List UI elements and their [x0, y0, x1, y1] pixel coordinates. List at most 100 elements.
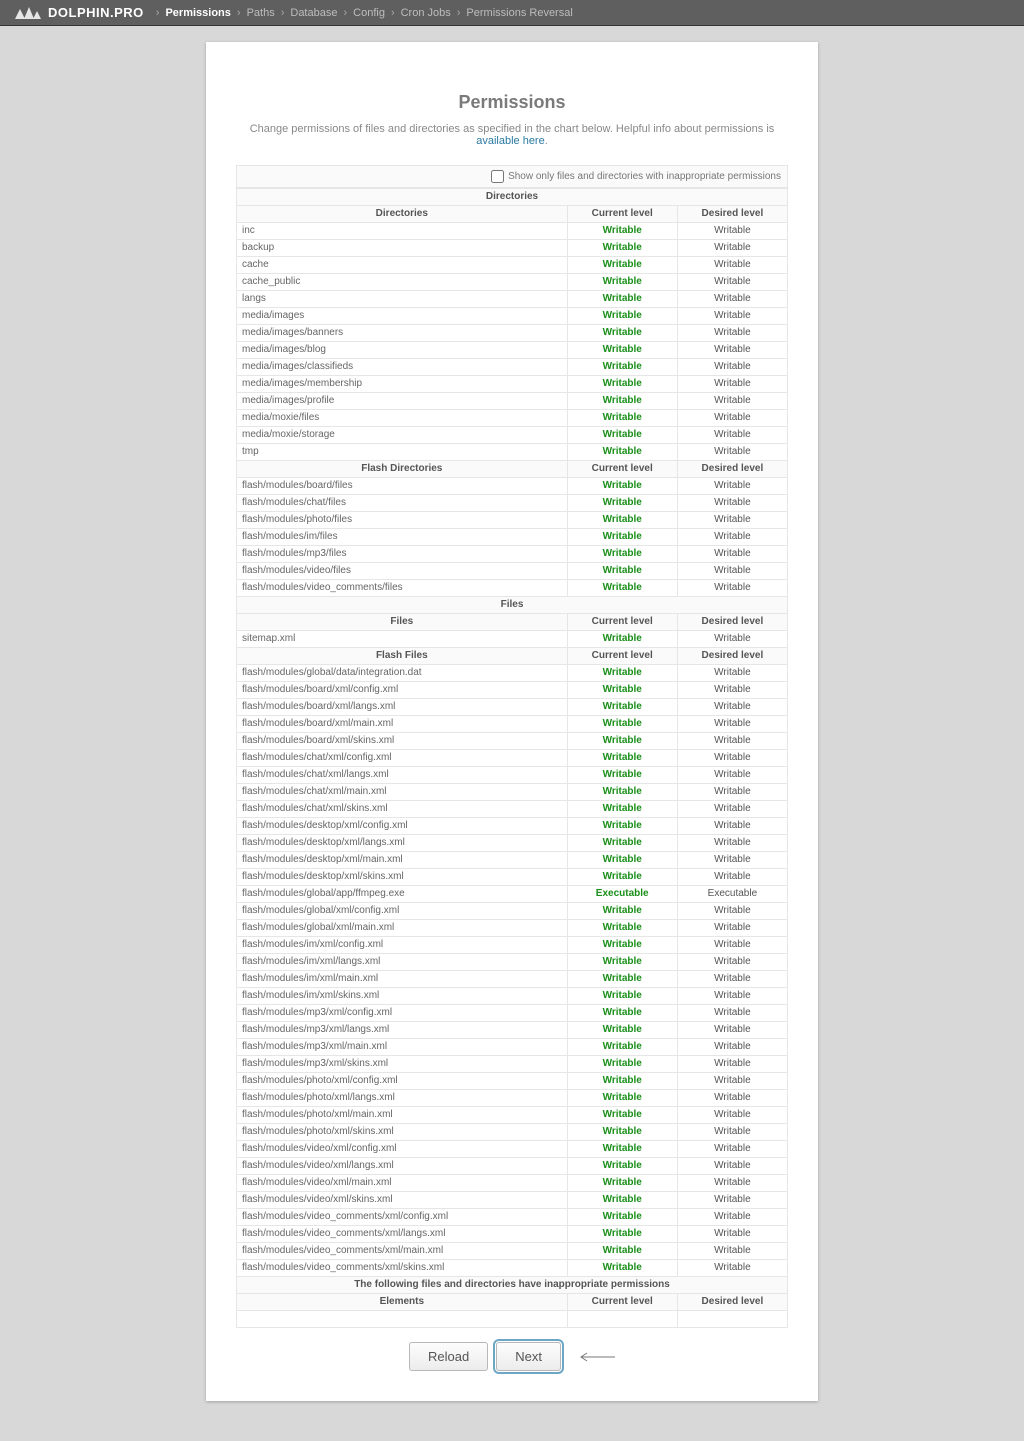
cell-desired-level: Writable [677, 1005, 787, 1022]
cell-path: inc [237, 223, 568, 240]
cell-path: langs [237, 291, 568, 308]
table-row: flash/modules/video/xml/main.xmlWritable… [237, 1175, 788, 1192]
cell-path: flash/modules/desktop/xml/main.xml [237, 852, 568, 869]
table-row: flash/modules/video_comments/xml/skins.x… [237, 1260, 788, 1277]
cell-desired-level: Writable [677, 801, 787, 818]
cell-path: flash/modules/global/app/ffmpeg.exe [237, 886, 568, 903]
crumb-database[interactable]: Database [290, 7, 337, 19]
filter-checkbox[interactable] [491, 170, 504, 183]
table-row: media/moxie/storageWritableWritable [237, 427, 788, 444]
cell-path: flash/modules/board/xml/config.xml [237, 682, 568, 699]
table-row: flash/modules/chat/xml/config.xmlWritabl… [237, 750, 788, 767]
cell-desired-level: Writable [677, 274, 787, 291]
cell-desired-level: Writable [677, 1073, 787, 1090]
cell-path: flash/modules/desktop/xml/skins.xml [237, 869, 568, 886]
cell-desired-level: Writable [677, 835, 787, 852]
cell-desired-level: Writable [677, 631, 787, 648]
cell-path: flash/modules/chat/files [237, 495, 568, 512]
table-row: flash/modules/video/xml/skins.xmlWritabl… [237, 1192, 788, 1209]
help-link[interactable]: available here [476, 135, 545, 147]
table-row: flash/modules/photo/xml/main.xmlWritable… [237, 1107, 788, 1124]
cell-current-level: Writable [567, 308, 677, 325]
cell-current-level: Writable [567, 1090, 677, 1107]
table-row: flash/modules/chat/xml/main.xmlWritableW… [237, 784, 788, 801]
logo-icon [14, 5, 42, 21]
arrow-hint-icon [575, 1352, 615, 1362]
breadcrumb: ›Permissions›Paths›Database›Config›Cron … [152, 7, 573, 19]
cell-desired-level: Writable [677, 818, 787, 835]
cell-path: flash/modules/board/files [237, 478, 568, 495]
footnote: The following files and directories have… [237, 1277, 788, 1294]
cell-path: flash/modules/im/xml/skins.xml [237, 988, 568, 1005]
cell-current-level: Writable [567, 359, 677, 376]
crumb-paths[interactable]: Paths [247, 7, 275, 19]
cell-path: media/images/blog [237, 342, 568, 359]
cell-current-level: Writable [567, 376, 677, 393]
cell-current-level: Writable [567, 1226, 677, 1243]
cell-path: sitemap.xml [237, 631, 568, 648]
cell-path: flash/modules/photo/xml/config.xml [237, 1073, 568, 1090]
cell-current-level: Writable [567, 1260, 677, 1277]
cell-path: flash/modules/chat/xml/langs.xml [237, 767, 568, 784]
section-directories: Directories [237, 189, 788, 206]
crumb-cron-jobs[interactable]: Cron Jobs [401, 7, 451, 19]
cell-desired-level: Writable [677, 1107, 787, 1124]
table-row: flash/modules/global/xml/config.xmlWrita… [237, 903, 788, 920]
cell-desired-level: Executable [677, 886, 787, 903]
table-row: cache_publicWritableWritable [237, 274, 788, 291]
table-row: langsWritableWritable [237, 291, 788, 308]
table-row: media/images/bannersWritableWritable [237, 325, 788, 342]
table-row: flash/modules/mp3/xml/config.xmlWritable… [237, 1005, 788, 1022]
logo[interactable]: DOLPHIN.PRO [14, 5, 144, 21]
crumb-config[interactable]: Config [353, 7, 385, 19]
cell-current-level: Writable [567, 869, 677, 886]
cell-current-level: Writable [567, 393, 677, 410]
crumb-permissions[interactable]: Permissions [165, 7, 230, 19]
cell-current-level: Writable [567, 1039, 677, 1056]
cell-desired-level: Writable [677, 1209, 787, 1226]
cell-desired-level: Writable [677, 240, 787, 257]
cell-desired-level: Writable [677, 546, 787, 563]
table-row: flash/modules/board/xml/langs.xmlWritabl… [237, 699, 788, 716]
table-row: media/images/membershipWritableWritable [237, 376, 788, 393]
cell-path: flash/modules/desktop/xml/config.xml [237, 818, 568, 835]
cell-current-level: Writable [567, 682, 677, 699]
crumb-permissions-reversal[interactable]: Permissions Reversal [466, 7, 572, 19]
cell-current-level: Writable [567, 852, 677, 869]
cell-desired-level: Writable [677, 342, 787, 359]
cell-current-level: Writable [567, 784, 677, 801]
cell-desired-level: Writable [677, 1260, 787, 1277]
crumb-separator-icon: › [156, 7, 160, 19]
cell-desired-level: Writable [677, 376, 787, 393]
col-desired: Desired level [677, 1294, 787, 1311]
cell-path: flash/modules/video/files [237, 563, 568, 580]
cell-path: flash/modules/im/xml/config.xml [237, 937, 568, 954]
cell-path: flash/modules/photo/xml/skins.xml [237, 1124, 568, 1141]
table-row: media/imagesWritableWritable [237, 308, 788, 325]
col-directories: Directories [237, 206, 568, 223]
cell-desired-level: Writable [677, 1056, 787, 1073]
table-row: flash/modules/mp3/xml/skins.xmlWritableW… [237, 1056, 788, 1073]
col-flash-files: Flash Files [237, 648, 568, 665]
cell-desired-level: Writable [677, 512, 787, 529]
table-row: flash/modules/global/app/ffmpeg.exe Execu… [237, 886, 788, 903]
cell-current-level: Writable [567, 291, 677, 308]
cell-path: flash/modules/video_comments/xml/langs.x… [237, 1226, 568, 1243]
cell-path: flash/modules/photo/xml/langs.xml [237, 1090, 568, 1107]
col-desired: Desired level [677, 648, 787, 665]
cell-current-level: Writable [567, 325, 677, 342]
cell-desired-level: Writable [677, 920, 787, 937]
next-button[interactable]: Next [496, 1342, 561, 1371]
cell-current-level: Writable [567, 1192, 677, 1209]
table-row: backupWritableWritable [237, 240, 788, 257]
cell-current-level: Writable [567, 716, 677, 733]
cell-path: flash/modules/video_comments/xml/main.xm… [237, 1243, 568, 1260]
cell-desired-level: Writable [677, 393, 787, 410]
cell-path: flash/modules/chat/xml/config.xml [237, 750, 568, 767]
cell-current-level: Writable [567, 580, 677, 597]
col-desired: Desired level [677, 206, 787, 223]
cell-current-level: Writable [567, 954, 677, 971]
table-row: flash/modules/mp3/xml/main.xmlWritableWr… [237, 1039, 788, 1056]
reload-button[interactable]: Reload [409, 1342, 488, 1371]
cell-desired-level: Writable [677, 1226, 787, 1243]
